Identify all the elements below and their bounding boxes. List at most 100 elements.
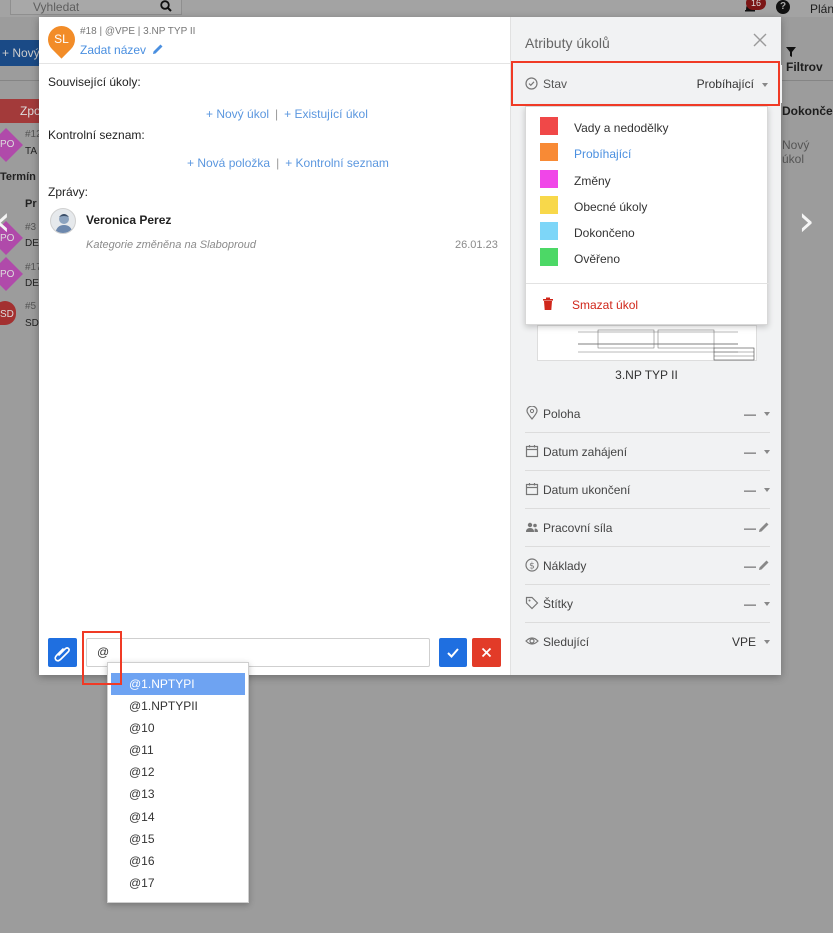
attr-value: — [744, 559, 756, 573]
attach-button[interactable] [48, 638, 77, 667]
attr-label: Pracovní síla [543, 521, 613, 535]
delete-task-button[interactable]: Smazat úkol [526, 293, 769, 319]
delete-task-label: Smazat úkol [572, 298, 639, 312]
cancel-button[interactable] [472, 638, 501, 667]
status-color-swatch [540, 196, 558, 214]
trash-icon [542, 297, 554, 314]
mention-option[interactable]: @11 [111, 739, 245, 761]
attr-label: Datum ukončení [543, 483, 631, 497]
mention-dropdown: @1.NPTYPI @1.NPTYPII @10 @11 @12 @13 @14… [107, 662, 249, 903]
chevron-down-icon [764, 450, 770, 454]
badge-label: PO [0, 139, 15, 150]
pencil-icon [152, 43, 164, 58]
message-date: 26.01.23 [455, 239, 498, 251]
search-icon[interactable] [160, 0, 172, 15]
new-task-button[interactable]: + Nový [0, 40, 40, 66]
task-meta: #18 | @VPE | 3.NP TYP II [80, 26, 196, 37]
status-option-label: Probíhající [574, 147, 632, 161]
filter-button[interactable]: Filtrov [786, 46, 833, 74]
prev-arrow-icon[interactable]: ‹ [0, 196, 11, 245]
check-icon [439, 648, 467, 670]
pencil-icon[interactable] [758, 521, 770, 536]
mention-option[interactable]: @17 [111, 872, 245, 894]
chevron-down-icon [764, 488, 770, 492]
checklist-link[interactable]: + Kontrolní seznam [285, 156, 389, 170]
attr-row-followers[interactable]: Sledující VPE [525, 623, 770, 661]
search-placeholder: Vyhledat [33, 0, 80, 14]
attr-row-start-date[interactable]: Datum zahájení — [525, 433, 770, 471]
attr-row-costs[interactable]: $ Náklady — [525, 547, 770, 585]
new-task-link[interactable]: + Nový úkol [206, 107, 269, 121]
sub-label: Pr [25, 198, 37, 210]
status-option[interactable]: Obecné úkoly [526, 193, 769, 219]
plan-name: 3.NP TYP II [615, 368, 678, 382]
mention-option[interactable]: @10 [111, 717, 245, 739]
status-option[interactable]: Probíhající [526, 140, 769, 166]
notification-badge: 16 [746, 0, 766, 10]
plan-link[interactable]: Plán [810, 2, 833, 16]
row-text: SD [25, 318, 39, 329]
messages-label: Zprávy: [48, 185, 89, 199]
attr-row-location[interactable]: Poloha — [525, 395, 770, 433]
send-button[interactable] [439, 638, 467, 667]
calendar-icon [525, 444, 539, 458]
status-color-swatch [540, 248, 558, 266]
mention-option[interactable]: @14 [111, 806, 245, 828]
column-header-done: Dokončeno [782, 104, 833, 118]
row-text: DE [25, 238, 39, 249]
mention-option[interactable]: @15 [111, 828, 245, 850]
pencil-icon[interactable] [758, 559, 770, 574]
tag-icon [525, 596, 539, 610]
attr-label: Poloha [543, 407, 581, 421]
mention-option[interactable]: @12 [111, 761, 245, 783]
attr-value: — [744, 597, 756, 611]
eye-icon [525, 634, 539, 648]
existing-task-link[interactable]: + Existující úkol [284, 107, 368, 121]
attr-row-end-date[interactable]: Datum ukončení — [525, 471, 770, 509]
close-icon [472, 647, 501, 670]
divider [526, 283, 769, 284]
help-icon[interactable]: ? [776, 0, 790, 14]
user-avatar [50, 208, 76, 234]
title-edit-link[interactable]: Zadat název [80, 43, 164, 58]
status-option[interactable]: Změny [526, 167, 769, 193]
close-icon[interactable] [752, 32, 768, 48]
message-author: Veronica Perez [86, 213, 172, 227]
checklist-links: + Nová položka | + Kontrolní seznam [187, 156, 389, 170]
search-input[interactable]: Vyhledat [10, 0, 182, 15]
badge-label: PO [0, 269, 15, 280]
avatar-initials: SL [54, 32, 69, 46]
mention-option[interactable]: @1.NPTYPI [111, 673, 245, 695]
new-item-link[interactable]: + Nová položka [187, 156, 270, 170]
mention-option[interactable]: @16 [111, 850, 245, 872]
attr-value: VPE [731, 635, 756, 649]
mention-option[interactable]: @13 [111, 783, 245, 805]
row-id: #3 [25, 222, 37, 233]
plan-thumbnail[interactable] [537, 325, 757, 361]
divider [781, 80, 833, 81]
status-color-swatch [540, 117, 558, 135]
attr-row-tags[interactable]: Štítky — [525, 585, 770, 623]
people-icon [525, 520, 539, 534]
attr-value: — [744, 521, 756, 535]
chevron-down-icon [764, 412, 770, 416]
status-option-label: Vady a nedodělky [574, 121, 669, 135]
chevron-down-icon [764, 640, 770, 644]
status-option[interactable]: Dokončeno [526, 219, 769, 245]
status-color-swatch [540, 143, 558, 161]
group-label: Termín z [0, 171, 45, 183]
status-option[interactable]: Vady a nedodělky [526, 114, 769, 140]
divider [0, 80, 40, 81]
calendar-icon [525, 482, 539, 496]
status-color-swatch [540, 222, 558, 240]
mention-option[interactable]: @1.NPTYPII [111, 695, 245, 717]
badge-label: SD [0, 309, 14, 320]
attr-value: — [744, 483, 756, 497]
attr-row-workforce[interactable]: Pracovní síla — [525, 509, 770, 547]
attr-label: Datum zahájení [543, 445, 628, 459]
next-arrow-icon[interactable]: › [798, 196, 815, 245]
chevron-down-icon [764, 602, 770, 606]
status-option[interactable]: Ověřeno [526, 245, 769, 271]
status-color-swatch [540, 170, 558, 188]
highlight-status [511, 61, 780, 106]
